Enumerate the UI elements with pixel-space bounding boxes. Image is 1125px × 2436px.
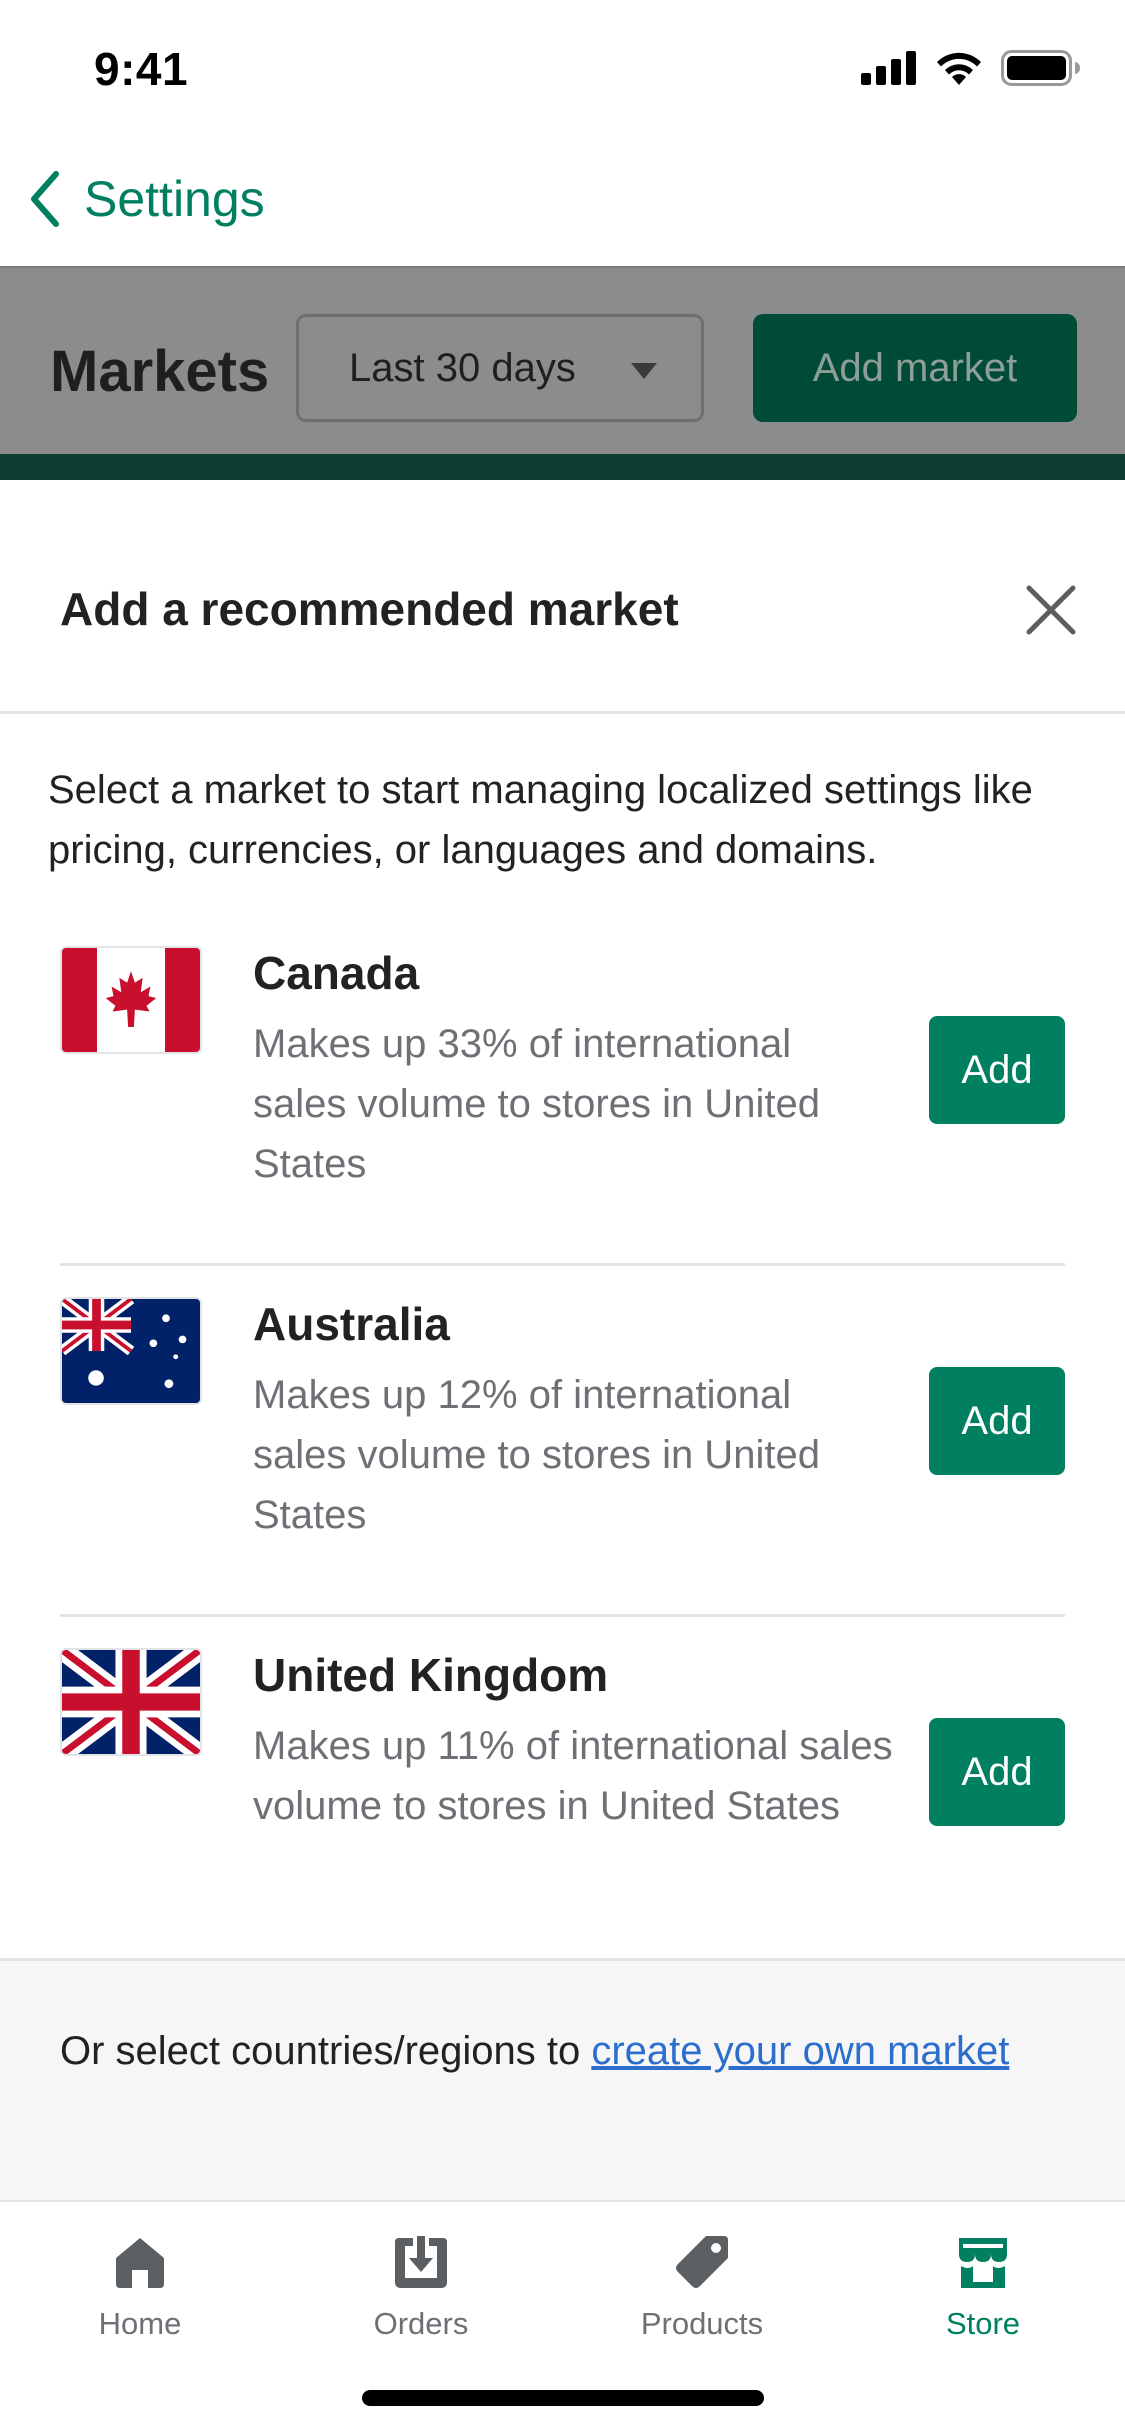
create-your-own-market-link[interactable]: create your own market <box>591 2029 1009 2073</box>
background-banner-strip <box>0 454 1125 480</box>
australia-flag <box>60 1297 202 1405</box>
home-indicator[interactable] <box>362 2390 764 2406</box>
sheet-footer: Or select countries/regions to create yo… <box>0 1958 1125 2200</box>
tab-label: Store <box>945 2306 1021 2341</box>
nav-bar: Settings <box>0 132 1125 266</box>
market-name: Canada <box>253 947 420 999</box>
wifi-icon <box>937 52 981 85</box>
battery-icon <box>1001 50 1080 86</box>
tab-bar: Home Orders Products Store <box>0 2200 1125 2436</box>
store-icon <box>959 2238 1007 2288</box>
add-market-label: Add market <box>812 345 1018 390</box>
page-title: Markets <box>50 339 270 404</box>
tab-orders[interactable]: Orders <box>311 2232 531 2362</box>
back-label: Settings <box>84 171 265 227</box>
add-canada-button[interactable]: Add <box>929 1016 1065 1124</box>
canada-flag <box>60 946 202 1054</box>
market-name: United Kingdom <box>253 1649 609 1701</box>
sheet-header: Add a recommended market <box>0 506 1125 714</box>
close-icon <box>1026 585 1076 635</box>
tab-home[interactable]: Home <box>30 2232 250 2362</box>
add-australia-button[interactable]: Add <box>929 1367 1065 1475</box>
market-row-australia: Australia Makes up 12% of international … <box>60 1267 1065 1617</box>
date-range-value: Last 30 days <box>349 345 576 390</box>
market-row-canada: Canada Makes up 33% of international sal… <box>60 916 1065 1266</box>
tab-store[interactable]: Store <box>873 2232 1093 2362</box>
add-united-kingdom-button[interactable]: Add <box>929 1718 1065 1826</box>
close-button[interactable] <box>1017 576 1085 644</box>
add-button-label: Add <box>961 1749 1033 1794</box>
dimmed-background-page: Markets Last 30 days Add market <box>0 266 1125 480</box>
tab-label: Products <box>640 2306 764 2341</box>
recommended-market-sheet: Add a recommended market Select a market… <box>0 506 1125 2200</box>
sheet-title: Add a recommended market <box>60 583 679 635</box>
footer-text: Or select countries/regions to create yo… <box>60 2021 1060 2081</box>
market-description: Makes up 33% of international sales volu… <box>253 1022 820 1186</box>
date-range-select[interactable]: Last 30 days <box>296 314 704 422</box>
tab-label: Home <box>98 2306 182 2341</box>
caret-down-icon <box>631 363 657 379</box>
status-icons <box>861 50 1081 86</box>
tab-products[interactable]: Products <box>592 2232 812 2362</box>
market-description: Makes up 11% of international sales volu… <box>253 1724 893 1828</box>
market-row-united-kingdom: United Kingdom Makes up 11% of internati… <box>60 1618 1065 1968</box>
chevron-left-icon <box>31 171 59 227</box>
tab-label: Orders <box>373 2306 469 2341</box>
add-button-label: Add <box>961 1398 1033 1443</box>
add-market-button[interactable]: Add market <box>753 314 1077 422</box>
uk-flag <box>60 1648 202 1756</box>
home-icon <box>116 2238 164 2288</box>
status-time: 9:41 <box>94 43 189 95</box>
market-name: Australia <box>253 1298 450 1350</box>
add-button-label: Add <box>961 1047 1033 1092</box>
back-button[interactable]: Settings <box>24 168 265 230</box>
market-description: Makes up 12% of international sales volu… <box>253 1373 820 1537</box>
footer-prefix: Or select countries/regions to <box>60 2029 592 2073</box>
screen: 9:41 Settings Markets Last 30 days Add m… <box>0 0 1125 2436</box>
sheet-intro-text: Select a market to start managing locali… <box>48 768 1033 872</box>
cellular-signal-icon <box>861 51 916 85</box>
orders-icon <box>395 2236 447 2288</box>
status-bar: 9:41 <box>0 0 1125 132</box>
tag-icon <box>676 2236 728 2288</box>
